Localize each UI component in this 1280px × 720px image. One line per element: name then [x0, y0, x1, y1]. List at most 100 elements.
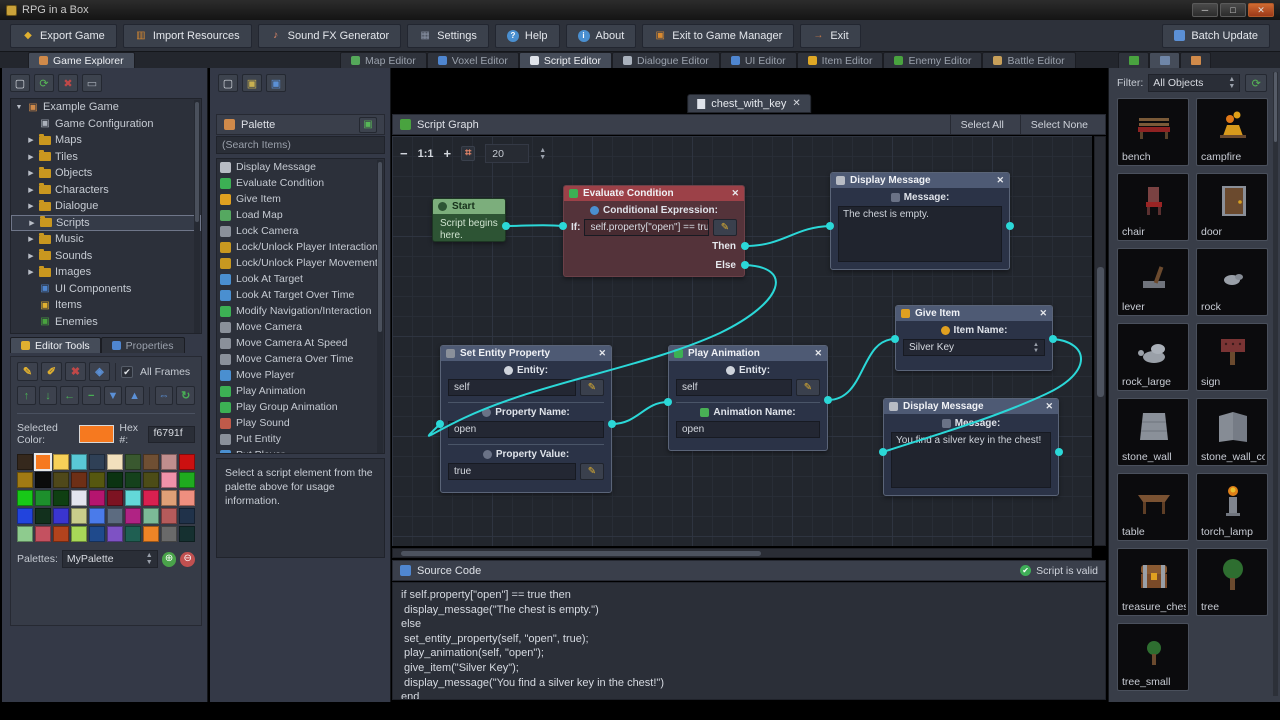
collapse-button[interactable]: ▭ [82, 74, 102, 92]
color-swatch[interactable] [179, 454, 195, 470]
sidebar-item-dialogue[interactable]: ▶Dialogue [11, 198, 201, 215]
color-swatch[interactable] [179, 472, 195, 488]
menu-button-about[interactable]: iAbout [566, 24, 637, 48]
asset-tile-rock_large[interactable]: rock_large [1117, 323, 1189, 391]
color-swatch[interactable] [35, 454, 51, 470]
edit-expression-button[interactable]: ✎ [713, 219, 737, 236]
palette-scrollbar[interactable] [377, 160, 383, 454]
selected-color-swatch[interactable] [79, 425, 114, 443]
palette-add-button[interactable]: ▣ [359, 117, 377, 133]
color-swatch[interactable] [143, 472, 159, 488]
color-swatch[interactable] [161, 526, 177, 542]
rotate-button[interactable]: ↻ [176, 386, 195, 405]
new-game-button[interactable]: ▢ [10, 74, 30, 92]
palette-select-spinner[interactable]: ▲▼ [146, 552, 153, 566]
color-swatch[interactable] [107, 490, 123, 506]
color-swatch[interactable] [17, 508, 33, 524]
flip-horizontal-button[interactable]: ⇔ [155, 386, 174, 405]
move-right-button[interactable]: − [82, 386, 101, 405]
color-swatch[interactable] [53, 526, 69, 542]
grid-size-spinner[interactable]: ▲▼ [539, 147, 546, 161]
palette-item-lock-camera[interactable]: Lock Camera [217, 223, 384, 239]
sidebar-item-maps[interactable]: ▶Maps [11, 132, 201, 149]
node-set-entity-property[interactable]: Set Entity Property ✕ Entity: self ✎ Pro… [440, 345, 612, 493]
sidebar-item-battles[interactable]: ▣Battles [11, 330, 201, 334]
node-close-icon[interactable]: ✕ [814, 348, 822, 359]
color-swatch[interactable] [71, 526, 87, 542]
property-name-input[interactable]: open [448, 421, 604, 438]
save-all-button[interactable]: ▣ [266, 74, 286, 92]
edit-entity-button[interactable]: ✎ [580, 379, 604, 396]
script-tab-close-icon[interactable]: ✕ [792, 98, 800, 109]
sidebar-item-tiles[interactable]: ▶Tiles [11, 149, 201, 166]
hex-input[interactable]: f6791f [148, 426, 195, 443]
batch-update-button[interactable]: Batch Update [1162, 24, 1270, 48]
color-swatch[interactable] [71, 508, 87, 524]
minimize-button[interactable]: ─ [1192, 3, 1218, 17]
tab-item-editor[interactable]: Item Editor [797, 52, 884, 68]
save-script-button[interactable]: ▣ [242, 74, 262, 92]
palette-item-lock-unlock-player-interaction[interactable]: Lock/Unlock Player Interaction [217, 239, 384, 255]
palette-select[interactable]: MyPalette ▲▼ [62, 550, 158, 568]
script-file-tab[interactable]: chest_with_key ✕ [687, 94, 811, 113]
animation-name-input[interactable]: open [676, 421, 820, 438]
tab-game-explorer[interactable]: Game Explorer [28, 52, 135, 68]
color-swatch[interactable] [125, 490, 141, 506]
color-swatch[interactable] [71, 472, 87, 488]
palette-item-move-camera[interactable]: Move Camera [217, 319, 384, 335]
sidebar-item-images[interactable]: ▶Images [11, 264, 201, 281]
move-down-button[interactable]: ↓ [39, 386, 58, 405]
script-graph-canvas[interactable]: − 1:1 + ⌗ 20 ▲▼ Start Script begins here… [392, 136, 1092, 546]
message-textarea[interactable]: You find a silver key in the chest! [891, 432, 1051, 488]
color-swatch[interactable] [107, 526, 123, 542]
grid-size-input[interactable]: 20 [485, 144, 529, 163]
color-swatch[interactable] [161, 454, 177, 470]
color-swatch[interactable] [53, 508, 69, 524]
menu-button-exit-to-game-manager[interactable]: ▣Exit to Game Manager [642, 24, 794, 48]
node-close-icon[interactable]: ✕ [1039, 308, 1047, 319]
maximize-button[interactable]: □ [1220, 3, 1246, 17]
asset-tile-campfire[interactable]: campfire [1196, 98, 1268, 166]
mini-objects-tab[interactable] [1149, 52, 1180, 68]
add-palette-button[interactable]: ⊕ [162, 552, 177, 567]
color-swatch[interactable] [143, 526, 159, 542]
sidebar-item-music[interactable]: ▶Music [11, 231, 201, 248]
asset-tile-sign[interactable]: sign [1196, 323, 1268, 391]
tree-scrollbar[interactable] [194, 100, 200, 334]
tab-voxel-editor[interactable]: Voxel Editor [427, 52, 519, 68]
asset-tile-tree_small[interactable]: tree_small [1117, 623, 1189, 691]
color-swatch[interactable] [53, 472, 69, 488]
color-swatch[interactable] [125, 526, 141, 542]
palette-item-display-message[interactable]: Display Message [217, 159, 384, 175]
delete-button[interactable]: ✖ [58, 74, 78, 92]
zoom-out-button[interactable]: − [400, 146, 408, 161]
color-swatch[interactable] [161, 490, 177, 506]
shift-down-button[interactable]: ▼ [104, 386, 123, 405]
palette-item-put-entity[interactable]: Put Entity [217, 431, 384, 447]
palette-item-lock-unlock-player-movement[interactable]: Lock/Unlock Player Movement [217, 255, 384, 271]
color-swatch[interactable] [35, 472, 51, 488]
asset-tile-door[interactable]: door [1196, 173, 1268, 241]
sidebar-item-example-game[interactable]: ▼▣Example Game [11, 99, 201, 116]
menu-button-settings[interactable]: ▦Settings [407, 24, 489, 48]
remove-palette-button[interactable]: ⊖ [180, 552, 195, 567]
color-swatch[interactable] [53, 490, 69, 506]
color-swatch[interactable] [17, 490, 33, 506]
palette-item-play-group-animation[interactable]: Play Group Animation [217, 399, 384, 415]
palette-item-play-sound[interactable]: Play Sound [217, 415, 384, 431]
color-swatch[interactable] [89, 490, 105, 506]
color-swatch[interactable] [17, 454, 33, 470]
color-swatch[interactable] [107, 472, 123, 488]
node-give-item[interactable]: Give Item ✕ Item Name: Silver Key ▲▼ [895, 305, 1053, 371]
refresh-button[interactable]: ⟳ [34, 74, 54, 92]
color-swatch[interactable] [71, 490, 87, 506]
tab-map-editor[interactable]: Map Editor [340, 52, 427, 68]
color-swatch[interactable] [71, 454, 87, 470]
color-swatch[interactable] [89, 454, 105, 470]
color-swatch[interactable] [17, 472, 33, 488]
color-swatch[interactable] [89, 526, 105, 542]
asset-tile-rock[interactable]: rock [1196, 248, 1268, 316]
graph-vertical-scrollbar[interactable] [1094, 136, 1106, 546]
move-up-button[interactable]: ↑ [17, 386, 36, 405]
color-swatch[interactable] [125, 472, 141, 488]
